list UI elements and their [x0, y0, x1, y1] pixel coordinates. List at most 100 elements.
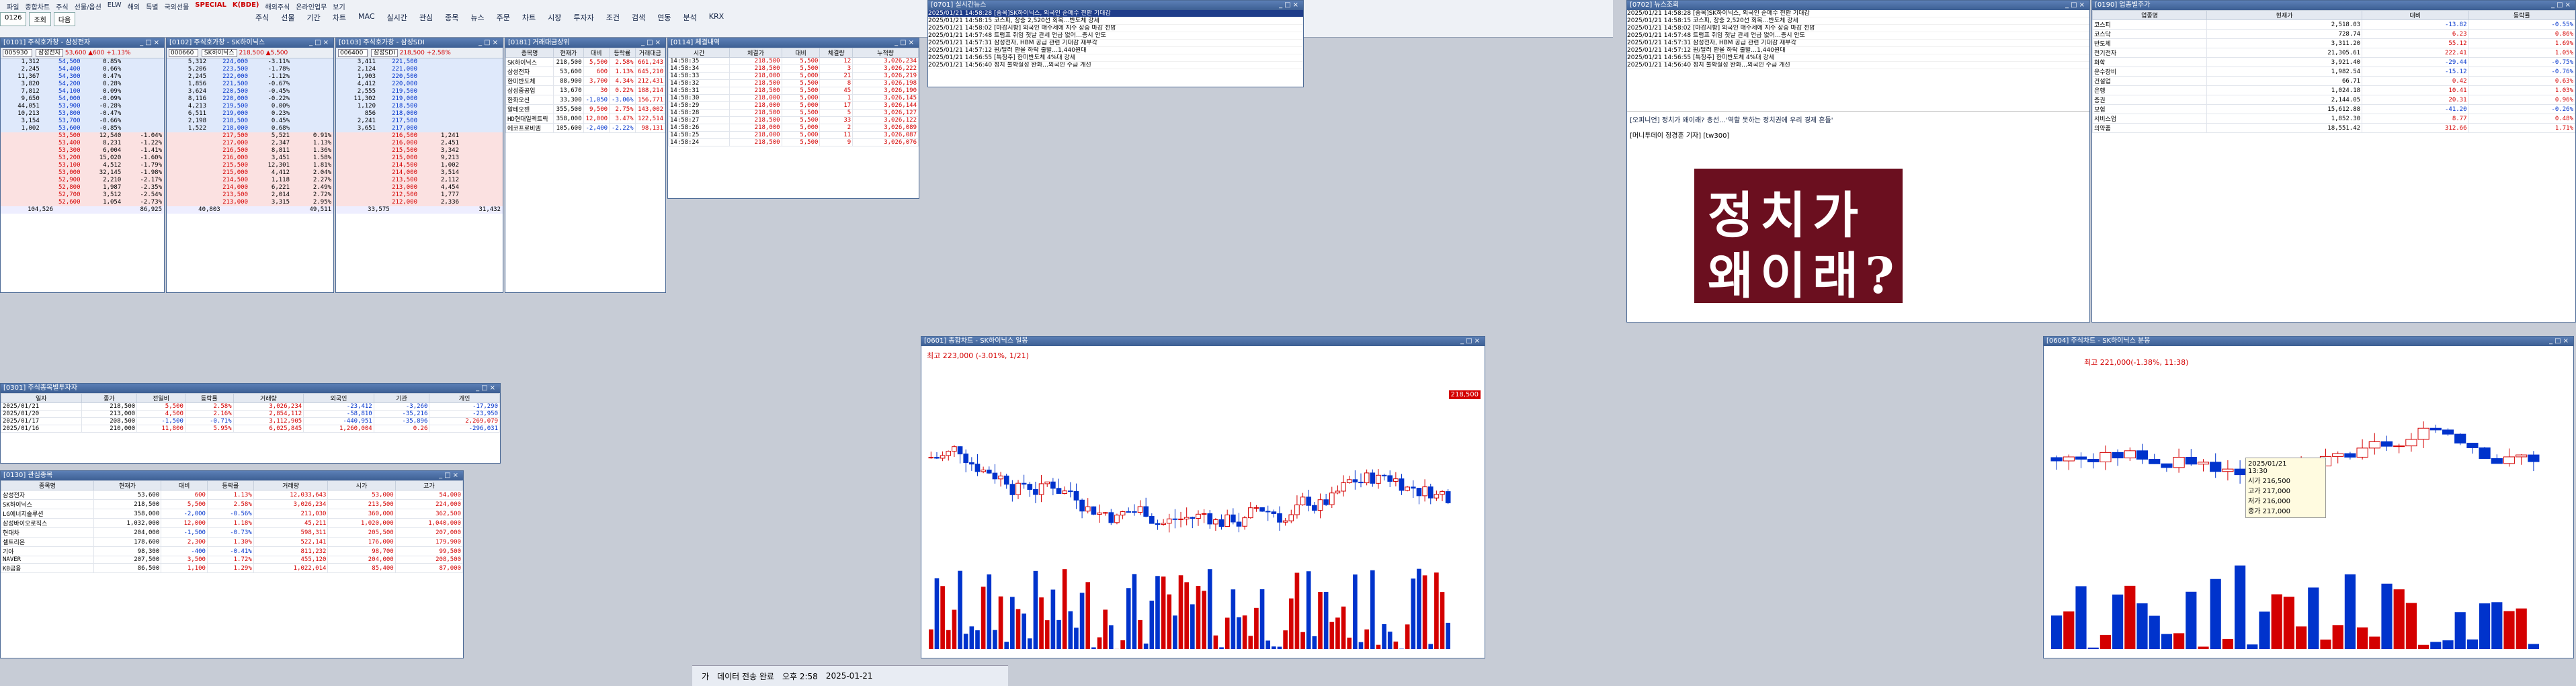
- window-controls-icon[interactable]: _□×: [2549, 337, 2571, 346]
- ask-row[interactable]: 2,124 221,000: [336, 66, 503, 73]
- ask-row[interactable]: 44,051 53,900 -0.28%: [1, 103, 164, 110]
- menu-item[interactable]: 온라인업무: [296, 1, 327, 11]
- news-item[interactable]: 2025/01/21 14:56:55 [특징주] 한미반도체 4%대 강세: [1627, 54, 2089, 62]
- table-row[interactable]: 화학 3,921.40 -29.44 -0.75%: [2092, 57, 2575, 67]
- menu-item[interactable]: 국외선물: [164, 1, 189, 11]
- bid-row[interactable]: 214,500 1,118 2.27%: [167, 177, 333, 184]
- window-controls-icon[interactable]: _□×: [479, 38, 500, 48]
- bid-row[interactable]: 214,500 1,002: [336, 162, 503, 169]
- quick-menu-item[interactable]: 주식: [255, 12, 269, 23]
- bid-row[interactable]: 217,000 2,347 1.13%: [167, 140, 333, 147]
- ask-row[interactable]: 4,412 220,000: [336, 81, 503, 88]
- column-header[interactable]: 종목명: [505, 48, 554, 58]
- ask-row[interactable]: 8,116 220,000 -0.22%: [167, 95, 333, 103]
- quick-menu-item[interactable]: 차트: [522, 12, 536, 23]
- bid-row[interactable]: 213,000 4,454: [336, 184, 503, 191]
- table-row[interactable]: SK하이닉스 218,500 5,500 2.58% 3,026,234 213,500 2…: [1, 499, 463, 509]
- news-item[interactable]: 2025/01/21 14:58:02 [마감시황] 외국인 매수세에 지수 상…: [928, 25, 1303, 32]
- menu-item[interactable]: 해외: [128, 1, 140, 11]
- news-item[interactable]: 2025/01/21 14:57:48 트럼프 취임 첫날 관세 언급 없어…증…: [928, 32, 1303, 40]
- table-row[interactable]: NAVER 207,500 3,500 1.72% 455,120 204,000 208,…: [1, 556, 463, 564]
- menu-item[interactable]: 종합차트: [25, 1, 50, 11]
- table-row[interactable]: 코스닥 728.74 6.23 0.86%: [2092, 29, 2575, 39]
- window-controls-icon[interactable]: _□×: [2551, 1, 2573, 10]
- table-row[interactable]: 14:58:33 218,000 5,000 21 3,026,219: [668, 72, 919, 80]
- window-controls-icon[interactable]: _□×: [2065, 1, 2087, 10]
- stock-code-input[interactable]: 000660: [169, 48, 198, 57]
- bid-row[interactable]: 212,500 1,777: [336, 191, 503, 199]
- column-header[interactable]: 거래량: [233, 393, 304, 403]
- table-row[interactable]: 반도체 3,311.20 55.12 1.69%: [2092, 38, 2575, 48]
- bid-row[interactable]: 216,000 2,451: [336, 140, 503, 147]
- quick-menu-item[interactable]: 주문: [497, 12, 510, 23]
- orderbook[interactable]: 3,411 221,500 2,124 221,000 1,903 220,500 4,41…: [336, 58, 503, 214]
- table-row[interactable]: 14:58:27 218,500 5,500 33 3,026,122: [668, 116, 919, 124]
- query-button[interactable]: 조회: [29, 12, 51, 26]
- quick-menu-item[interactable]: 관심: [419, 12, 433, 23]
- quick-menu-item[interactable]: MAC: [358, 12, 375, 23]
- ask-row[interactable]: 3,624 220,500 -0.45%: [167, 88, 333, 95]
- news-item[interactable]: 2025/01/21 14:57:31 삼성전자, HBM 공급 관련 기대감 …: [928, 40, 1303, 47]
- quick-menu-item[interactable]: KRX: [709, 12, 724, 23]
- table-row[interactable]: 2025/01/16 210,000 11,800 5.95% 6,025,845 1,2…: [1, 425, 500, 433]
- table-row[interactable]: 2025/01/17 208,500 -1,500 -0.71% 3,112,905 -4…: [1, 417, 500, 425]
- table-row[interactable]: SK하이닉스 218,500 5,500 2.58% 661,243: [505, 57, 665, 67]
- menu-item[interactable]: K(BDE): [233, 1, 259, 11]
- window-controls-icon[interactable]: _□×: [309, 38, 331, 48]
- stock-code-input[interactable]: 005930: [3, 48, 32, 57]
- news-item[interactable]: 2025/01/21 14:56:55 [특징주] 한미반도체 4%대 강세: [928, 54, 1303, 62]
- ask-row[interactable]: 2,241 217,500: [336, 118, 503, 125]
- quick-menu-item[interactable]: 검색: [632, 12, 645, 23]
- bid-row[interactable]: 214,000 6,221 2.49%: [167, 184, 333, 191]
- table-row[interactable]: 2025/01/21 218,500 5,500 2.58% 3,026,234 -23,…: [1, 402, 500, 411]
- rank-table[interactable]: 종목명 현재가 대비 등락률 거래대금 SK하이닉스 218,500 5,500 2.58% 66…: [505, 48, 665, 133]
- table-row[interactable]: 14:58:24 218,500 5,500 9 3,026,076: [668, 138, 919, 146]
- trades-table[interactable]: 시간 체결가 대비 체결량 누적량 14:58:35 218,500 5,500 12 3,026…: [668, 48, 919, 146]
- table-row[interactable]: 현대차 204,000 -1,500 -0.73% 598,311 205,500 207,…: [1, 527, 463, 538]
- ask-row[interactable]: 3,820 54,200 0.28%: [1, 81, 164, 88]
- table-row[interactable]: 14:58:25 218,000 5,000 11 3,026,087: [668, 131, 919, 139]
- table-row[interactable]: 의약품 18,551.42 312.66 1.71%: [2092, 123, 2575, 133]
- bid-row[interactable]: 53,500 12,540 -1.04%: [1, 132, 164, 140]
- bid-row[interactable]: 215,500 3,342: [336, 147, 503, 155]
- bid-row[interactable]: 216,500 1,241: [336, 132, 503, 140]
- column-header[interactable]: 현재가: [93, 480, 162, 490]
- column-header[interactable]: 등락률: [206, 480, 254, 490]
- ask-row[interactable]: 2,245 54,400 0.66%: [1, 66, 164, 73]
- table-row[interactable]: 14:58:34 218,500 5,500 3 3,026,222: [668, 65, 919, 73]
- column-header[interactable]: 기관: [373, 393, 430, 403]
- news-list[interactable]: 2025/01/21 14:58:28 [종목]SK하이닉스, 외국인 순매수 …: [928, 10, 1303, 69]
- bid-row[interactable]: 212,000 2,336: [336, 199, 503, 206]
- window-controls-icon[interactable]: _□×: [1279, 1, 1300, 10]
- window-controls-icon[interactable]: _□×: [140, 38, 161, 48]
- bid-row[interactable]: 213,500 2,112: [336, 177, 503, 184]
- ask-row[interactable]: 1,120 218,500: [336, 103, 503, 110]
- bid-row[interactable]: 215,500 12,301 1.81%: [167, 162, 333, 169]
- quick-menu-item[interactable]: 분석: [683, 12, 697, 23]
- column-header[interactable]: 등락률: [184, 393, 234, 403]
- column-header[interactable]: 거래량: [253, 480, 329, 490]
- ask-row[interactable]: 11,367 54,300 0.47%: [1, 73, 164, 81]
- ime-icon[interactable]: 가: [702, 671, 709, 682]
- bid-row[interactable]: 52,700 3,512 -2.54%: [1, 191, 164, 199]
- bid-row[interactable]: 213,500 2,014 2.72%: [167, 191, 333, 199]
- screen-number-box[interactable]: 0126: [0, 12, 27, 26]
- table-row[interactable]: 삼성바이오로직스 1,032,000 12,000 1.18% 45,211 1,020,…: [1, 518, 463, 528]
- stock-code-input[interactable]: 006400: [338, 48, 368, 57]
- orderbook[interactable]: 5,312 224,000 -3.11% 5,206 223,500 -1.78% 2,24…: [167, 58, 333, 214]
- table-row[interactable]: 14:58:30 218,000 5,000 1 3,026,145: [668, 94, 919, 102]
- quick-menu-item[interactable]: 종목: [445, 12, 458, 23]
- column-header[interactable]: 업종명: [2092, 10, 2208, 20]
- menu-item[interactable]: 파일: [7, 1, 19, 11]
- column-header[interactable]: 체결량: [819, 48, 854, 58]
- article-news-list[interactable]: 2025/01/21 14:58:28 [종목]SK하이닉스, 외국인 순매수 …: [1627, 10, 2089, 111]
- bid-row[interactable]: 52,600 1,054 -2.73%: [1, 199, 164, 206]
- table-row[interactable]: 건설업 66.71 0.42 0.63%: [2092, 76, 2575, 86]
- table-row[interactable]: 셀트리온 178,600 2,300 1.30% 522,141 176,000 179,9…: [1, 537, 463, 547]
- column-header[interactable]: 현재가: [553, 48, 584, 58]
- table-row[interactable]: 기아 98,300 -400 -0.41% 811,232 98,700 99,500: [1, 546, 463, 556]
- bid-row[interactable]: 215,000 4,412 2.04%: [167, 169, 333, 177]
- main-price-chart[interactable]: [921, 357, 1485, 658]
- bid-row[interactable]: 53,300 6,004 -1.41%: [1, 147, 164, 155]
- table-row[interactable]: 14:58:35 218,500 5,500 12 3,026,234: [668, 57, 919, 65]
